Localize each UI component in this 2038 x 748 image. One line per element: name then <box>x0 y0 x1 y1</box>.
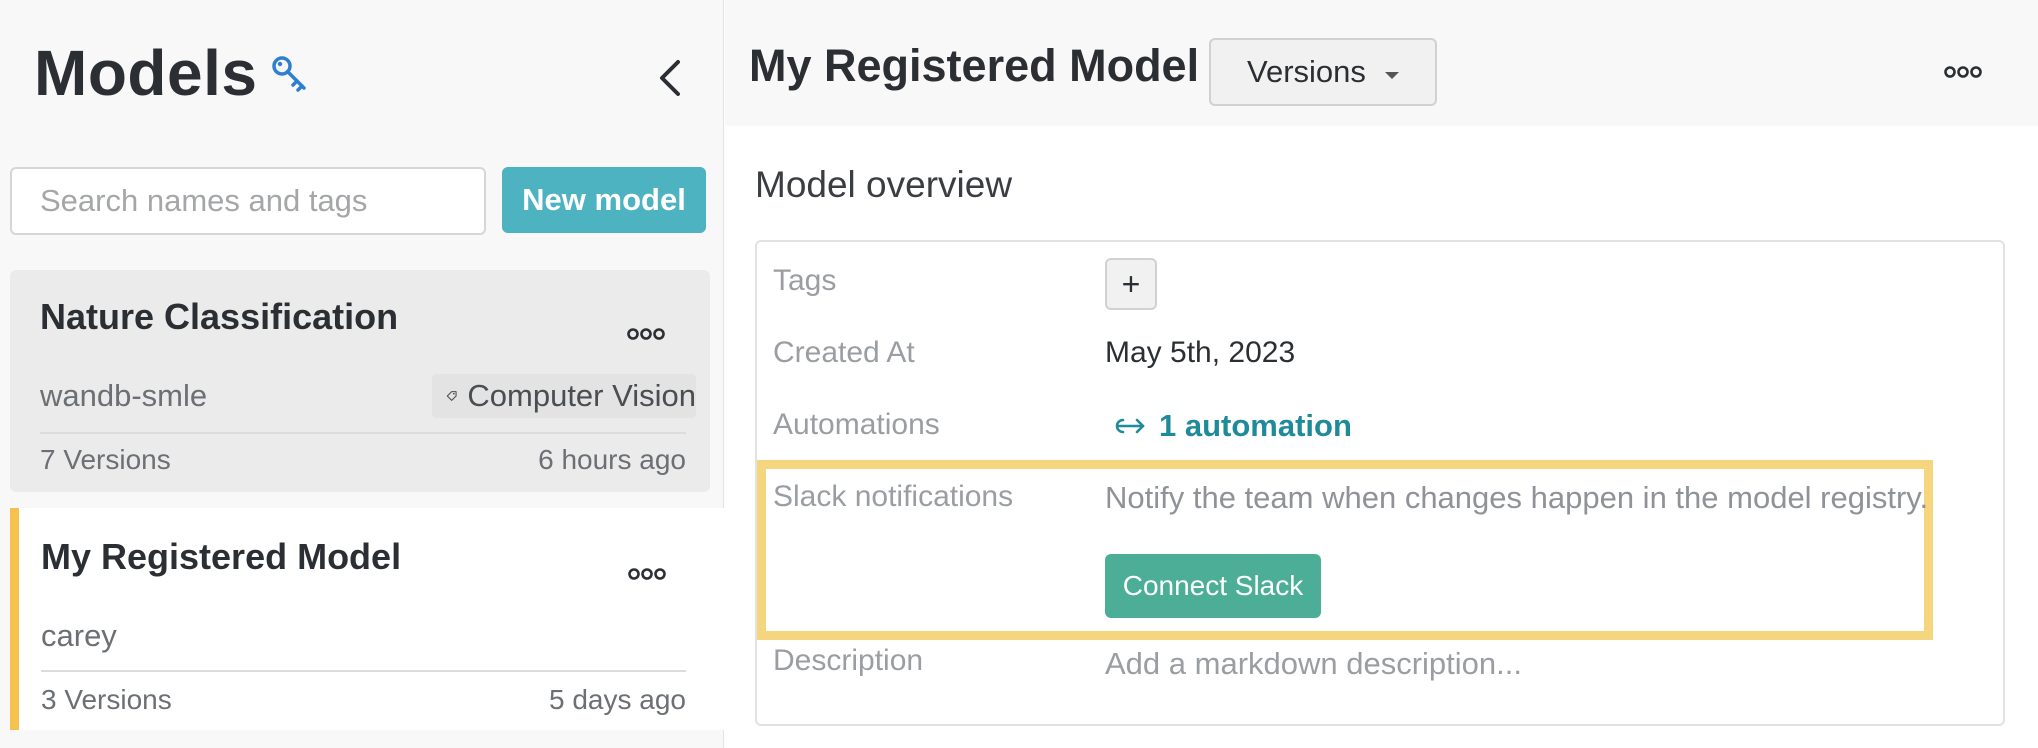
created-at-label: Created At <box>773 336 915 369</box>
model-card-name: Nature Classification <box>40 296 399 337</box>
model-card-nature-classification[interactable]: Nature Classification wandb-smle Compute… <box>10 270 710 492</box>
main-header: My Registered Model Versions <box>725 0 2038 126</box>
slack-notifications-label: Slack notifications <box>773 480 1014 513</box>
sidebar-title: Models <box>34 37 258 109</box>
slack-description: Notify the team when changes happen in t… <box>1105 480 1929 515</box>
model-card-versions: 3 Versions <box>41 684 172 715</box>
connect-slack-button[interactable]: Connect Slack <box>1105 554 1321 618</box>
search-input[interactable] <box>10 167 486 235</box>
model-card-owner: wandb-smle <box>40 378 208 413</box>
key-icon[interactable] <box>270 54 310 94</box>
description-input[interactable]: Add a markdown description... <box>1105 646 1522 682</box>
add-tag-button[interactable]: + <box>1105 258 1157 310</box>
section-title: Model overview <box>755 164 1013 205</box>
link-arrow-icon <box>1115 418 1145 434</box>
more-horizontal-icon[interactable] <box>1943 64 1983 80</box>
description-label: Description <box>773 644 924 677</box>
new-model-button[interactable]: New model <box>502 167 706 233</box>
versions-dropdown-label: Versions <box>1247 54 1366 89</box>
tag-chip[interactable]: Computer Vision <box>432 374 696 418</box>
models-sidebar: Models New model Nature Classification w… <box>0 0 724 748</box>
tag-icon <box>446 391 457 401</box>
tags-label: Tags <box>773 264 837 297</box>
page-title: My Registered Model <box>749 40 1200 91</box>
model-card-updated: 6 hours ago <box>538 444 686 475</box>
automations-label: Automations <box>773 408 940 441</box>
divider <box>40 432 686 434</box>
model-card-my-registered-model[interactable]: My Registered Model carey 3 Versions 5 d… <box>10 508 724 730</box>
automations-value: 1 automation <box>1159 408 1352 443</box>
tag-label: Computer Vision <box>467 378 696 413</box>
automations-link[interactable]: 1 automation <box>1113 408 1352 444</box>
divider <box>41 670 686 672</box>
model-overview-panel: Tags + Created At May 5th, 2023 Automati… <box>755 240 2005 726</box>
created-at-value: May 5th, 2023 <box>1105 336 1296 369</box>
caret-down-icon <box>1385 72 1399 79</box>
more-horizontal-icon[interactable] <box>626 326 666 342</box>
model-card-updated: 5 days ago <box>549 684 686 715</box>
versions-dropdown[interactable]: Versions <box>1209 38 1437 106</box>
model-card-versions: 7 Versions <box>40 444 171 475</box>
model-card-name: My Registered Model <box>41 536 402 577</box>
model-card-owner: carey <box>41 618 117 653</box>
more-horizontal-icon[interactable] <box>627 566 667 582</box>
chevron-left-icon[interactable] <box>652 54 688 102</box>
